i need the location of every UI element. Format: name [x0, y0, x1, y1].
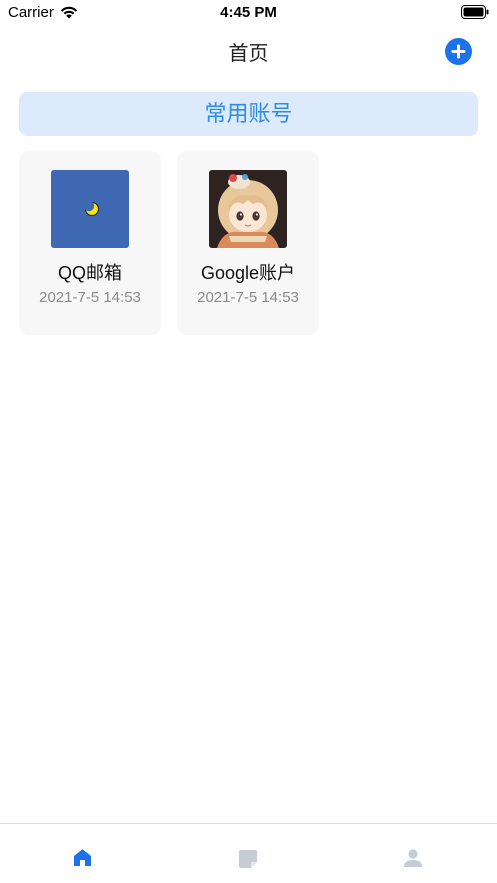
account-card-qq-mail[interactable]: QQ邮箱 2021-7-5 14:53 — [19, 151, 161, 335]
qq-mail-icon — [51, 170, 129, 248]
tab-profile[interactable] — [331, 824, 496, 883]
tab-home[interactable] — [0, 824, 165, 883]
app-screen: Carrier 4:45 PM 首页 常用账号 QQ邮箱 2021-7-5 14… — [0, 0, 497, 883]
person-icon — [404, 849, 422, 867]
add-account-button[interactable] — [445, 38, 472, 65]
account-name: Google账户 — [200, 263, 296, 283]
account-timestamp: 2021-7-5 14:53 — [39, 289, 141, 306]
section-header: 常用账号 — [19, 92, 478, 136]
account-timestamp: 2021-7-5 14:53 — [197, 289, 299, 306]
tab-notes[interactable] — [166, 824, 331, 883]
account-card-google[interactable]: Google账户 2021-7-5 14:53 — [177, 151, 319, 335]
status-bar: Carrier 4:45 PM — [0, 0, 497, 26]
anime-avatar-image — [209, 170, 287, 248]
status-time: 4:45 PM — [220, 4, 277, 21]
note-icon — [239, 850, 257, 868]
home-icon — [74, 849, 91, 866]
account-name: QQ邮箱 — [57, 263, 122, 283]
tab-bar — [0, 823, 497, 883]
battery-icon — [461, 5, 489, 19]
page-title: 首页 — [228, 43, 269, 65]
plus-icon — [451, 44, 466, 59]
